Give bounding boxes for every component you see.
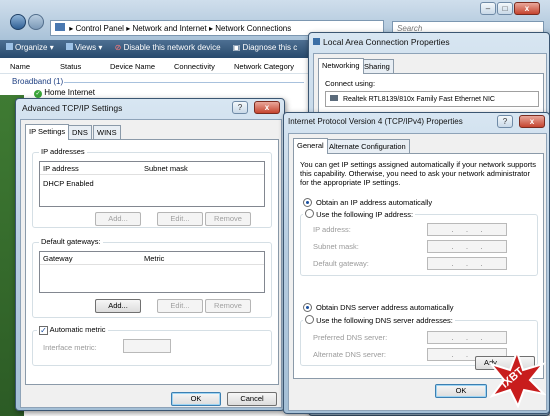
- adv-close-button[interactable]: x: [254, 101, 280, 114]
- help-button[interactable]: ?: [232, 101, 248, 114]
- disable-icon: ⊘: [114, 43, 122, 52]
- tab-dns[interactable]: DNS: [68, 125, 92, 139]
- adv-tabpage: IP addresses IP address Subnet mask DHCP…: [25, 139, 279, 385]
- subnet-mask-label: Subnet mask:: [313, 242, 359, 251]
- tab-general[interactable]: General: [293, 138, 328, 154]
- gateway-edit-button[interactable]: Edit...: [157, 299, 203, 313]
- network-icon: [313, 38, 320, 45]
- ip-list-header: IP address Subnet mask: [40, 162, 264, 175]
- disable-device-button[interactable]: ⊘ Disable this network device: [115, 43, 221, 52]
- use-ip-label: Use the following IP address:: [316, 210, 414, 219]
- views-button[interactable]: Views ▾: [65, 43, 102, 52]
- use-ip-radio[interactable]: [305, 209, 314, 218]
- metric-group: ✓ Automatic metric Interface metric:: [32, 325, 272, 366]
- alternate-dns-label: Alternate DNS server:: [313, 350, 386, 359]
- auto-metric-option[interactable]: ✓ Automatic metric: [37, 325, 108, 335]
- auto-dns-radio[interactable]: [303, 303, 312, 312]
- tab-sharing[interactable]: Sharing: [360, 59, 394, 73]
- gateways-title: Default gateways:: [39, 237, 103, 246]
- breadcrumb-item-network-connections[interactable]: Network Connections: [215, 24, 291, 33]
- group-header[interactable]: Broadband (1): [12, 77, 63, 86]
- preferred-dns-field[interactable]: . . .: [427, 331, 507, 344]
- back-button[interactable]: [10, 14, 26, 30]
- gateway-list[interactable]: Gateway Metric: [39, 251, 265, 293]
- nic-icon: [330, 95, 338, 101]
- use-dns-label: Use the following DNS server addresses:: [316, 316, 453, 325]
- subnet-mask-field[interactable]: . . .: [427, 240, 507, 253]
- use-dns-radio[interactable]: [305, 315, 314, 324]
- advanced-tcpip-window: Advanced TCP/IP Settings ? x IP Settings…: [15, 98, 285, 411]
- connect-using-label: Connect using:: [325, 79, 376, 88]
- adv-title: Advanced TCP/IP Settings: [22, 103, 123, 113]
- gateway-remove-button[interactable]: Remove: [205, 299, 251, 313]
- organize-button[interactable]: Organize ▾: [6, 43, 54, 52]
- lac-titlebar: Local Area Connection Properties: [309, 33, 549, 53]
- network-status-ok-icon: ✓: [34, 90, 42, 98]
- organize-icon: [6, 43, 13, 50]
- col-ip-address[interactable]: IP address: [43, 164, 79, 173]
- ip-address-field[interactable]: . . .: [427, 223, 507, 236]
- views-icon: [65, 43, 73, 50]
- adv-client: IP Settings DNS WINS IP addresses IP add…: [20, 119, 282, 408]
- col-connectivity[interactable]: Connectivity: [174, 62, 215, 71]
- auto-metric-checkbox[interactable]: ✓: [39, 326, 48, 335]
- auto-metric-label: Automatic metric: [49, 325, 106, 334]
- lac-title: Local Area Connection Properties: [323, 37, 450, 47]
- interface-metric-input[interactable]: [123, 339, 171, 353]
- default-gateway-label: Default gateway:: [313, 259, 369, 268]
- col-subnet-mask[interactable]: Subnet mask: [144, 164, 188, 173]
- diagnose-icon: ▣: [232, 43, 241, 52]
- col-gateway[interactable]: Gateway: [43, 254, 73, 263]
- use-dns-option[interactable]: Use the following DNS server addresses:: [303, 315, 455, 325]
- adv-cancel-button[interactable]: Cancel: [227, 392, 277, 406]
- adv-ok-button[interactable]: OK: [171, 392, 221, 406]
- auto-ip-label[interactable]: Obtain an IP address automatically: [316, 198, 432, 207]
- computer-icon: [55, 23, 65, 31]
- default-gateway-field[interactable]: . . .: [427, 257, 507, 270]
- ipv4-description: You can get IP settings assigned automat…: [300, 160, 536, 187]
- tab-wins[interactable]: WINS: [93, 125, 121, 139]
- adapter-field: Realtek RTL8139/810x Family Fast Etherne…: [325, 91, 539, 107]
- col-network-category[interactable]: Network Category: [234, 62, 294, 71]
- ip-remove-button[interactable]: Remove: [205, 212, 251, 226]
- tab-networking[interactable]: Networking: [318, 58, 364, 74]
- auto-dns-label[interactable]: Obtain DNS server address automatically: [316, 303, 454, 312]
- diagnose-button[interactable]: ▣ Diagnose this c: [233, 43, 298, 52]
- ixbt-watermark-logo: iXBT: [488, 349, 548, 409]
- ipv4-close-button[interactable]: x: [519, 115, 545, 128]
- col-device-name[interactable]: Device Name: [110, 62, 155, 71]
- tab-ip-settings[interactable]: IP Settings: [25, 124, 70, 140]
- tab-alternate-config[interactable]: Alternate Configuration: [325, 139, 410, 153]
- col-name[interactable]: Name: [10, 62, 30, 71]
- col-metric[interactable]: Metric: [144, 254, 164, 263]
- use-ip-option[interactable]: Use the following IP address:: [303, 209, 416, 219]
- gateways-group: Default gateways: Gateway Metric Add... …: [32, 237, 272, 318]
- ip-edit-button[interactable]: Edit...: [157, 212, 203, 226]
- ipv4-ok-button[interactable]: OK: [435, 384, 487, 398]
- breadcrumb-item-network-internet[interactable]: Network and Internet: [132, 24, 206, 33]
- breadcrumb-item-control-panel[interactable]: Control Panel: [75, 24, 123, 33]
- ip-address-label: IP address:: [313, 225, 351, 234]
- group-divider: [64, 82, 304, 83]
- ip-address-list[interactable]: IP address Subnet mask DHCP Enabled: [39, 161, 265, 207]
- forward-button[interactable]: [28, 14, 44, 30]
- close-button[interactable]: x: [514, 2, 540, 15]
- maximize-button[interactable]: □: [497, 2, 513, 15]
- ip-addresses-group: IP addresses IP address Subnet mask DHCP…: [32, 147, 272, 228]
- ip-addresses-title: IP addresses: [39, 147, 87, 156]
- preferred-dns-label: Preferred DNS server:: [313, 333, 388, 342]
- ipv4-title: Internet Protocol Version 4 (TCP/IPv4) P…: [288, 117, 463, 126]
- gateway-add-button[interactable]: Add...: [95, 299, 141, 313]
- ipv4-help-button[interactable]: ?: [497, 115, 513, 128]
- interface-metric-label: Interface metric:: [43, 343, 97, 352]
- ip-list-row[interactable]: DHCP Enabled: [43, 179, 94, 188]
- auto-ip-radio[interactable]: [303, 198, 312, 207]
- minimize-button[interactable]: –: [480, 2, 496, 15]
- ip-add-button[interactable]: Add...: [95, 212, 141, 226]
- gateway-list-header: Gateway Metric: [40, 252, 264, 265]
- col-status[interactable]: Status: [60, 62, 81, 71]
- ipv4-tabpage: You can get IP settings assigned automat…: [293, 153, 544, 379]
- static-ip-group: Use the following IP address: IP address…: [300, 209, 538, 276]
